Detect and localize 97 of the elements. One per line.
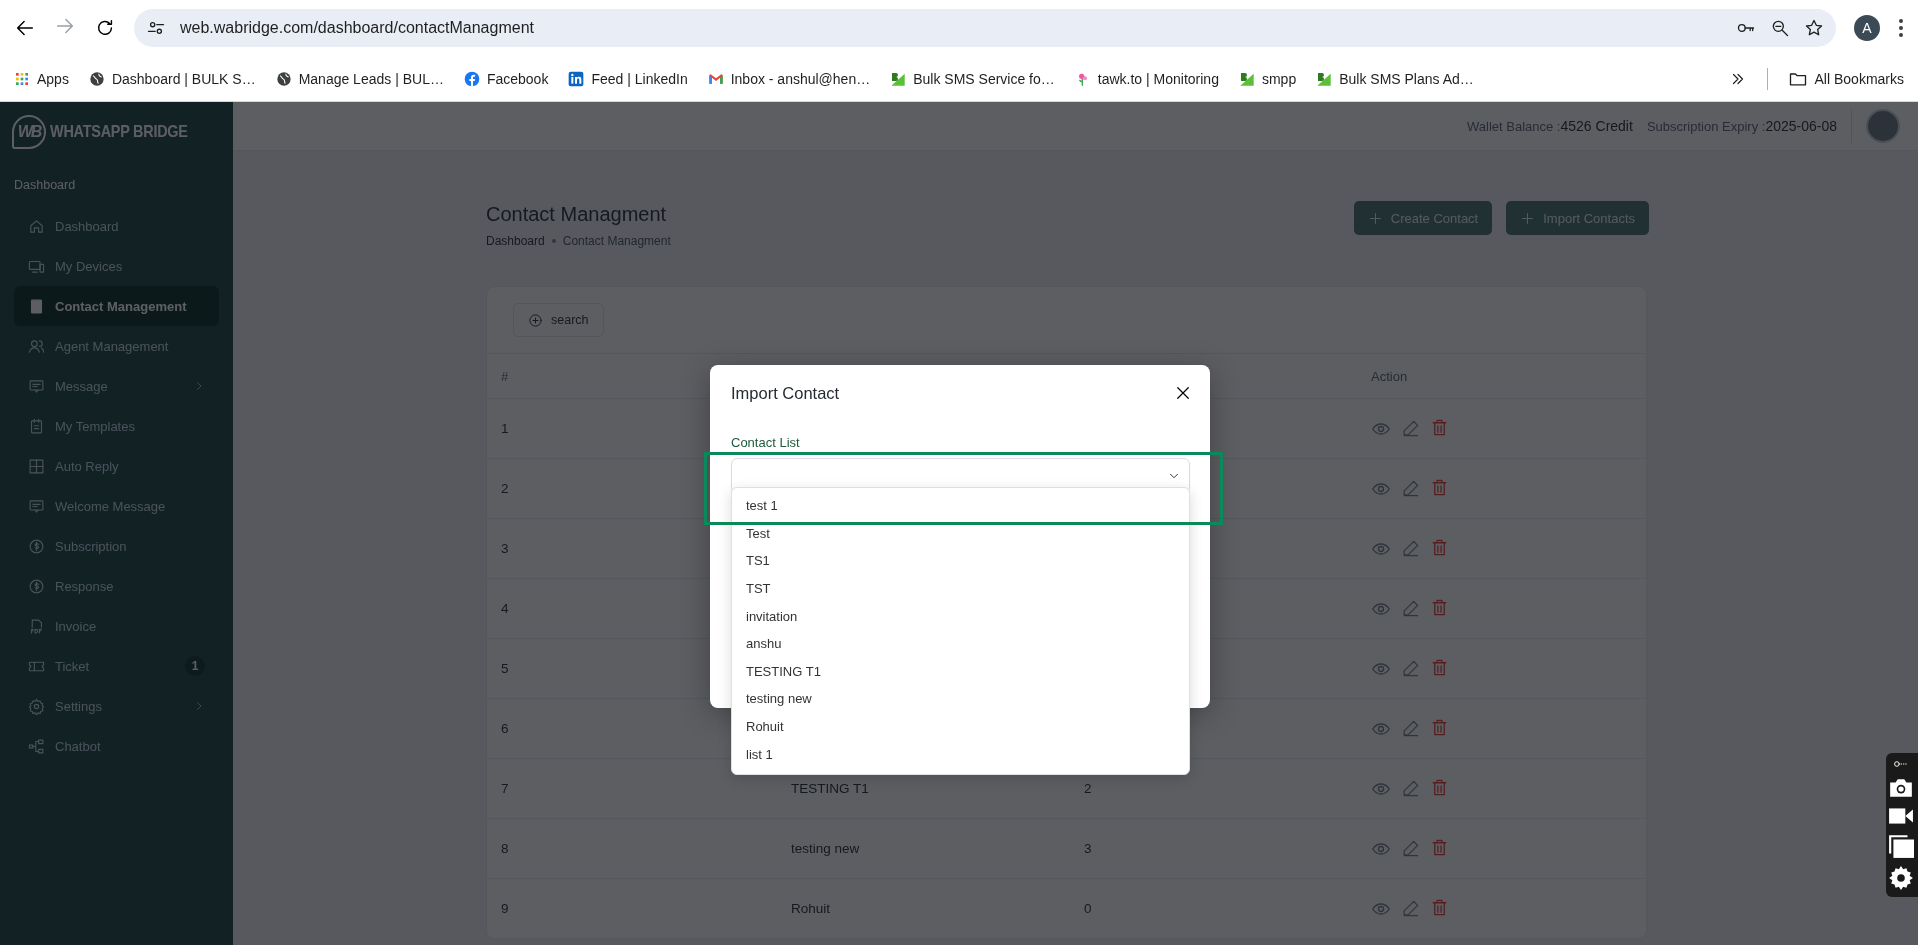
logo-mark: WB [12, 115, 46, 149]
plus-icon [1367, 210, 1383, 226]
zoom-icon[interactable] [1770, 18, 1790, 38]
address-bar[interactable]: web.wabridge.com/dashboard/contactManagment [134, 9, 1836, 47]
menu-icon[interactable] [1898, 18, 1904, 38]
dropdown-option[interactable]: anshu [732, 629, 1189, 658]
home-icon [28, 217, 45, 235]
expiry-date: 2025-06-08 [1765, 118, 1837, 134]
plus-circle-icon [528, 312, 543, 328]
bookmark-link[interactable]: Dashboard | BULK S… [111, 70, 256, 87]
dropdown-option[interactable]: Rohuit [732, 712, 1189, 741]
wallet-balance: 4526 Credit [1560, 118, 1633, 134]
table-cell: 6 [501, 721, 509, 736]
message-icon [28, 497, 45, 515]
dropdown-option[interactable]: test 1 [732, 492, 1189, 520]
bookmark-link[interactable]: Facebook [486, 70, 549, 87]
pencil-icon[interactable] [1401, 419, 1420, 438]
bookmark-link[interactable]: smpp [1261, 70, 1297, 87]
globe-icon [275, 70, 292, 87]
table-cell: 8 [501, 841, 509, 856]
table-cell: 3 [1084, 841, 1092, 856]
trash-icon[interactable] [1430, 837, 1449, 857]
table-cell: testing new [791, 841, 860, 856]
trash-icon[interactable] [1430, 537, 1449, 557]
site-favicon-icon [1316, 70, 1333, 87]
bookmark-link[interactable]: Inbox - anshul@hen… [730, 70, 871, 87]
table-cell: 2 [501, 481, 509, 496]
pencil-icon[interactable] [1401, 719, 1420, 738]
trash-icon[interactable] [1430, 417, 1449, 437]
trash-icon[interactable] [1430, 597, 1449, 617]
pencil-icon[interactable] [1401, 539, 1420, 558]
star-icon[interactable] [1804, 18, 1824, 38]
table-cell: 7 [501, 781, 509, 796]
trash-icon[interactable] [1430, 717, 1449, 737]
section-label: Dashboard [14, 178, 76, 192]
modal-title: Import Contact [731, 383, 840, 403]
dropdown-option[interactable]: list 1 [732, 740, 1189, 768]
pencil-icon[interactable] [1401, 779, 1420, 798]
video-camera-icon[interactable] [1888, 805, 1914, 827]
table-cell: 2 [1084, 781, 1092, 796]
book-icon [28, 297, 45, 315]
count-badge: 1 [185, 656, 205, 676]
dropdown-option[interactable]: TS1 [732, 547, 1189, 575]
table-cell: 3 [501, 541, 509, 556]
settings-icon [28, 697, 45, 715]
dropdown-option[interactable]: invitation [732, 602, 1189, 630]
table-cell: Rohuit [791, 901, 831, 916]
page-title: Contact Managment [486, 203, 668, 226]
table-cell: TESTING T1 [791, 781, 869, 796]
logo-text: WHATSAPP BRIDGE [50, 122, 188, 142]
trash-icon[interactable] [1430, 897, 1449, 917]
site-favicon-icon [890, 70, 907, 87]
globe-icon [88, 70, 105, 87]
profile-avatar[interactable]: A [1854, 15, 1880, 41]
bookmark-link[interactable]: Bulk SMS Service fo… [913, 70, 1055, 87]
bookmark-link[interactable]: Apps [37, 70, 69, 87]
trash-icon[interactable] [1430, 777, 1449, 797]
user-avatar[interactable] [1866, 109, 1900, 143]
bookmark-link[interactable]: All Bookmarks [1814, 70, 1904, 87]
linkedin-icon [568, 70, 585, 87]
dropdown-option[interactable]: TESTING T1 [732, 657, 1189, 686]
table-cell: 5 [501, 661, 509, 676]
pencil-icon[interactable] [1401, 839, 1420, 858]
bookmark-link[interactable]: Manage Leads | BUL… [298, 70, 444, 87]
dollar-icon [28, 537, 45, 555]
site-favicon-icon [1238, 70, 1255, 87]
pencil-icon[interactable] [1401, 899, 1420, 918]
bookmark-link[interactable]: Feed | LinkedIn [591, 70, 688, 87]
bookmark-link[interactable]: tawk.to | Monitoring [1097, 70, 1219, 87]
camera-icon[interactable] [1888, 777, 1914, 799]
column-header: # [501, 368, 509, 384]
field-label: Contact List [731, 435, 800, 450]
clipboard-icon [28, 417, 45, 435]
windows-icon[interactable] [1888, 833, 1914, 859]
table-cell: 1 [501, 421, 509, 436]
dropdown-option[interactable]: TST [732, 574, 1189, 603]
message-icon [28, 377, 45, 395]
apps-grid-icon [14, 70, 30, 87]
settings-icon[interactable] [1888, 865, 1914, 891]
trash-icon[interactable] [1430, 657, 1449, 677]
dropdown-option[interactable]: testing new [732, 685, 1189, 713]
users-icon [28, 337, 45, 355]
pencil-icon[interactable] [1401, 479, 1420, 498]
pencil-icon[interactable] [1401, 659, 1420, 678]
table-cell: 0 [1084, 901, 1092, 916]
table-cell: 9 [501, 901, 509, 916]
pencil-icon[interactable] [1401, 599, 1420, 618]
close-icon[interactable] [1174, 384, 1192, 402]
grid-icon [28, 457, 45, 475]
facebook-icon [463, 70, 480, 87]
bookmark-link[interactable]: Bulk SMS Plans Ad… [1339, 70, 1474, 87]
dollar-icon [28, 577, 45, 595]
table-cell: 4 [501, 601, 509, 616]
flow-icon [28, 737, 45, 755]
trash-icon[interactable] [1430, 477, 1449, 497]
plus-icon [1520, 210, 1536, 226]
pdf-file-icon [28, 617, 45, 635]
